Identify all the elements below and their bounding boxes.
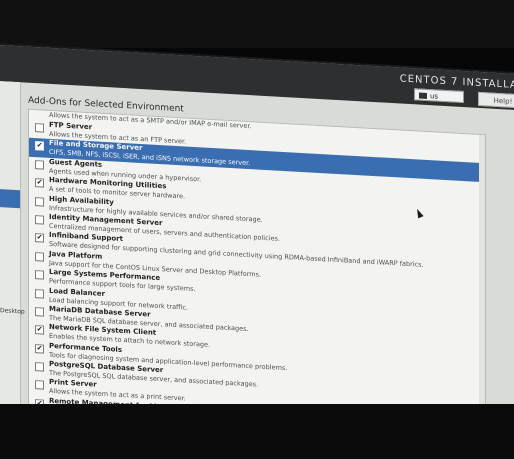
addon-checkbox[interactable]: ✔ [35, 178, 44, 188]
addon-checkbox[interactable] [35, 196, 44, 207]
keyboard-icon [419, 92, 427, 99]
addon-items: FTP Server Allows the system to act as an… [29, 120, 485, 437]
addon-checkbox[interactable] [35, 288, 44, 299]
addon-checkbox[interactable]: ✔ [35, 141, 44, 151]
addon-checkbox[interactable] [35, 270, 44, 280]
addon-checkbox[interactable] [35, 362, 44, 372]
environment-list-pane: Desktop [0, 80, 25, 423]
addon-checkbox[interactable]: ✔ [35, 343, 44, 354]
addons-list: Allows the system to act as a SMTP and/o… [28, 108, 486, 437]
addon-checkbox[interactable] [35, 380, 44, 391]
photo-frame: CENTOS 7 INSTALLATI us Help! Desktop Add… [0, 0, 514, 459]
addon-checkbox[interactable] [35, 123, 44, 133]
keyboard-layout-indicator[interactable]: us [414, 88, 464, 104]
help-button[interactable]: Help! [478, 91, 514, 109]
addon-checkbox[interactable]: ✔ [35, 325, 44, 335]
keyboard-layout-label: us [430, 92, 439, 101]
addon-checkbox[interactable] [35, 251, 44, 262]
addon-checkbox[interactable] [35, 306, 44, 317]
monitor-bezel-top [0, 0, 514, 48]
monitor-bezel-bottom [0, 404, 514, 459]
addon-checkbox[interactable] [35, 159, 44, 170]
environment-partial-label: Desktop [0, 307, 25, 316]
addon-checkbox[interactable]: ✔ [35, 233, 44, 243]
addons-scrollbar[interactable] [479, 134, 485, 436]
selected-environment-highlight[interactable] [0, 188, 20, 209]
installer-screen: CENTOS 7 INSTALLATI us Help! Desktop Add… [0, 44, 514, 446]
addon-checkbox[interactable] [35, 215, 44, 225]
